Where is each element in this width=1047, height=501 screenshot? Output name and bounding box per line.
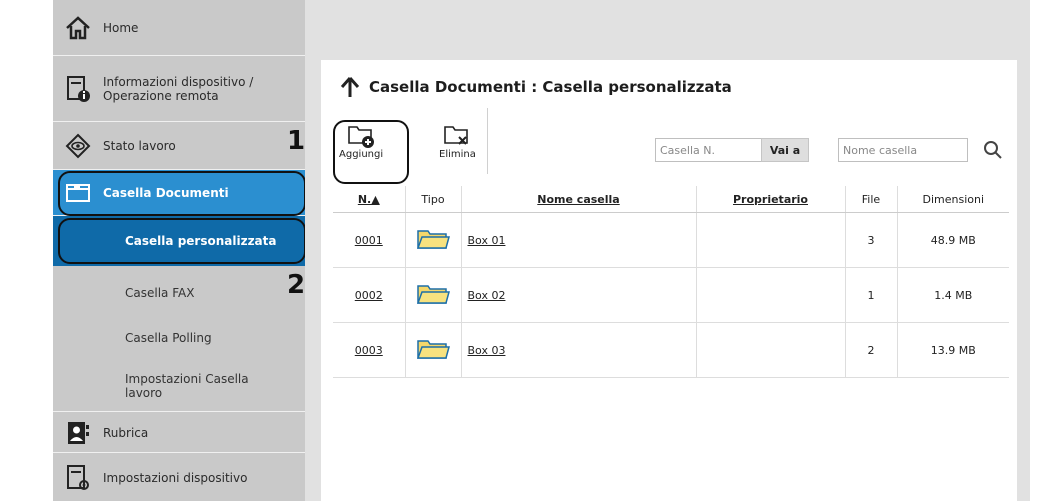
sidebar-item-label: Informazioni dispositivo / Operazione re…: [103, 74, 254, 103]
delete-button-label: Elimina: [439, 149, 476, 160]
address-book-icon: [65, 420, 91, 446]
column-header-box-name[interactable]: Nome casella: [461, 186, 697, 213]
add-folder-icon: [348, 126, 375, 148]
table-row: 0001 Box 01 3 48.9 MB: [333, 212, 1009, 268]
callout-number-2: 2: [287, 270, 306, 300]
search-icon[interactable]: [982, 139, 1004, 161]
content-panel: Casella Documenti : Casella personalizza…: [321, 60, 1017, 501]
files-cell: 1: [845, 267, 898, 323]
table-row: 0002 Box 02 1 1.4 MB: [333, 267, 1009, 323]
delete-button[interactable]: Elimina: [439, 121, 476, 160]
go-to-button[interactable]: Vai a: [761, 138, 809, 162]
column-header-type: Tipo: [405, 186, 462, 213]
add-button[interactable]: Aggiungi: [339, 121, 383, 160]
eye-diamond-icon: [65, 133, 91, 159]
box-name-link[interactable]: Box 01: [468, 234, 506, 247]
sidebar-item-device-settings[interactable]: Impostazioni dispositivo: [53, 454, 305, 501]
sidebar-item-label: Impostazioni dispositivo: [103, 470, 248, 485]
sidebar-item-label: Rubrica: [103, 425, 149, 440]
files-cell: 3: [845, 212, 898, 268]
column-header-owner[interactable]: Proprietario: [696, 186, 846, 213]
sidebar-item-label: Casella personalizzata: [125, 234, 277, 248]
page-title-text: Casella Documenti : Casella personalizza…: [369, 78, 732, 96]
sidebar-item-home[interactable]: Home: [53, 0, 305, 56]
size-cell: 48.9 MB: [897, 212, 1009, 268]
sidebar-item-label: Impostazioni Casella lavoro: [125, 371, 249, 400]
size-cell: 13.9 MB: [897, 322, 1009, 378]
table-header-row: N.▲ Tipo Nome casella Proprietario File …: [333, 186, 1009, 213]
box-name-link[interactable]: Box 02: [468, 289, 506, 302]
toolbar-divider: [487, 108, 488, 174]
screen: Home Informazioni dispositivo / Operazio…: [0, 0, 1047, 501]
folder-icon: [416, 229, 450, 254]
owner-cell: [696, 267, 846, 323]
box-table: N.▲ Tipo Nome casella Proprietario File …: [333, 186, 1009, 378]
sidebar-item-device-info[interactable]: Informazioni dispositivo / Operazione re…: [53, 56, 305, 122]
column-header-number[interactable]: N.▲: [333, 186, 406, 213]
box-number-input[interactable]: Casella N.: [655, 138, 765, 162]
box-name-link[interactable]: Box 03: [468, 344, 506, 357]
files-cell: 2: [845, 322, 898, 378]
add-button-label: Aggiungi: [339, 149, 384, 160]
sidebar-item-polling-box[interactable]: Casella Polling: [53, 318, 305, 358]
box-number-placeholder: Casella N.: [660, 143, 715, 157]
device-settings-icon: [65, 464, 91, 491]
box-name-search-input[interactable]: Nome casella: [838, 138, 968, 162]
sidebar: Home Informazioni dispositivo / Operazio…: [53, 0, 305, 501]
up-arrow-icon[interactable]: [339, 76, 361, 98]
sidebar-item-label: Casella FAX: [125, 286, 195, 300]
box-name-placeholder: Nome casella: [843, 143, 918, 157]
home-icon: [65, 15, 91, 41]
main-area: Casella Documenti : Casella personalizza…: [305, 0, 1030, 501]
owner-cell: [696, 322, 846, 378]
callout-number-1: 1: [287, 126, 306, 156]
column-header-size: Dimensioni: [897, 186, 1009, 213]
sidebar-item-label: Casella Polling: [125, 331, 212, 345]
table-row: 0003 Box 03 2 13.9 MB: [333, 322, 1009, 378]
device-info-icon: [65, 75, 91, 102]
sidebar-item-job-box-settings[interactable]: Impostazioni Casella lavoro: [53, 360, 305, 412]
sidebar-item-label: Stato lavoro: [103, 138, 176, 153]
owner-cell: [696, 212, 846, 268]
document-box-icon: [65, 180, 91, 206]
go-to-button-label: Vai a: [769, 143, 801, 157]
sidebar-item-document-box[interactable]: Casella Documenti: [53, 170, 305, 216]
box-number-link[interactable]: 0002: [355, 289, 383, 302]
sidebar-item-job-status[interactable]: Stato lavoro: [53, 122, 305, 170]
folder-icon: [416, 284, 450, 309]
right-margin: [1030, 0, 1047, 501]
folder-icon: [416, 339, 450, 364]
size-cell: 1.4 MB: [897, 267, 1009, 323]
sidebar-item-address-book[interactable]: Rubrica: [53, 413, 305, 453]
sidebar-item-label: Home: [103, 20, 139, 35]
sidebar-item-fax-box[interactable]: Casella FAX: [53, 268, 305, 318]
sidebar-item-label: Casella Documenti: [103, 185, 229, 200]
page-title: Casella Documenti : Casella personalizza…: [339, 76, 732, 98]
box-number-link[interactable]: 0001: [355, 234, 383, 247]
box-number-link[interactable]: 0003: [355, 344, 383, 357]
delete-folder-icon: [444, 126, 469, 145]
sidebar-item-custom-box[interactable]: Casella personalizzata: [53, 216, 305, 266]
column-header-files: File: [845, 186, 898, 213]
